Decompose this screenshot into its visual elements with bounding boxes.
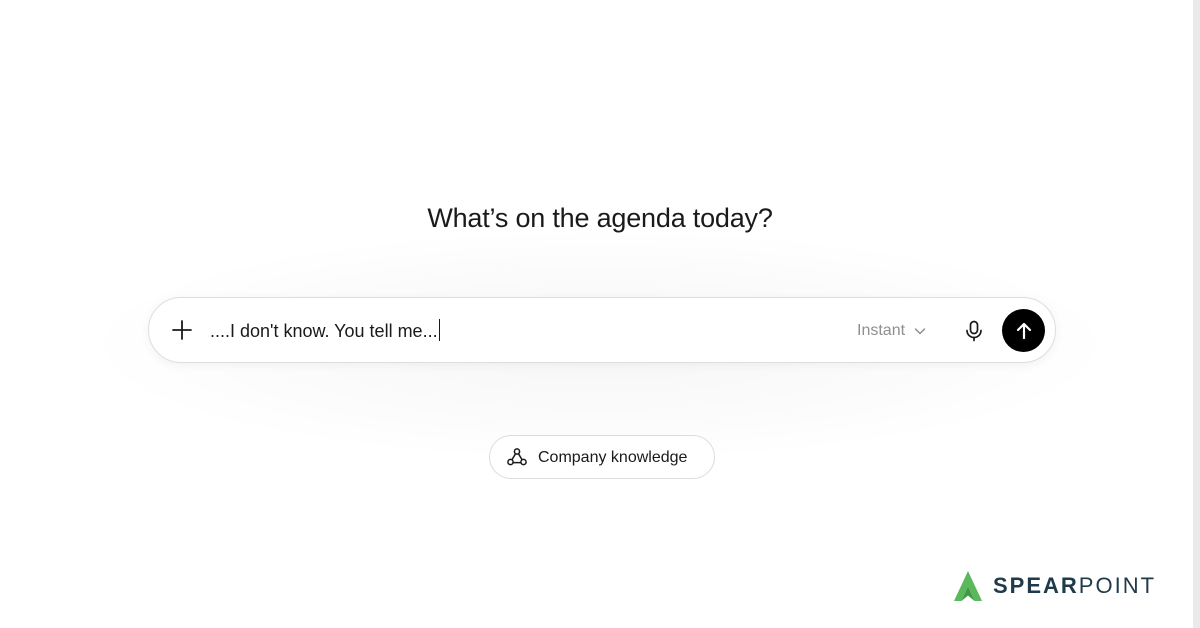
arrow-up-icon — [1016, 322, 1031, 339]
text-caret — [438, 319, 440, 341]
chip-label: Company knowledge — [538, 449, 688, 466]
model-selector-label: Instant — [857, 322, 906, 339]
plus-icon[interactable] — [169, 317, 195, 343]
prompt-composer[interactable]: ....I don't know. You tell me... Instant — [148, 297, 1056, 363]
microphone-icon[interactable] — [961, 318, 987, 344]
send-button[interactable] — [1002, 309, 1045, 352]
prompt-input-value: ....I don't know. You tell me... — [210, 321, 438, 341]
chevron-down-icon — [914, 328, 926, 335]
prompt-input[interactable]: ....I don't know. You tell me... — [210, 319, 440, 343]
brand-wordmark: SPEARPOINT — [993, 568, 1156, 604]
model-selector[interactable]: Instant — [857, 320, 927, 342]
right-edge-rail — [1193, 0, 1200, 628]
spearpoint-logo-icon — [954, 571, 982, 601]
page-title: What’s on the agenda today? — [427, 203, 773, 233]
brand-logo: SPEARPOINT — [952, 568, 1156, 604]
brand-name-light: POINT — [1078, 573, 1157, 598]
company-knowledge-chip[interactable]: Company knowledge — [489, 435, 715, 479]
brand-name-bold: SPEAR — [993, 573, 1079, 598]
knowledge-network-icon — [507, 448, 527, 466]
